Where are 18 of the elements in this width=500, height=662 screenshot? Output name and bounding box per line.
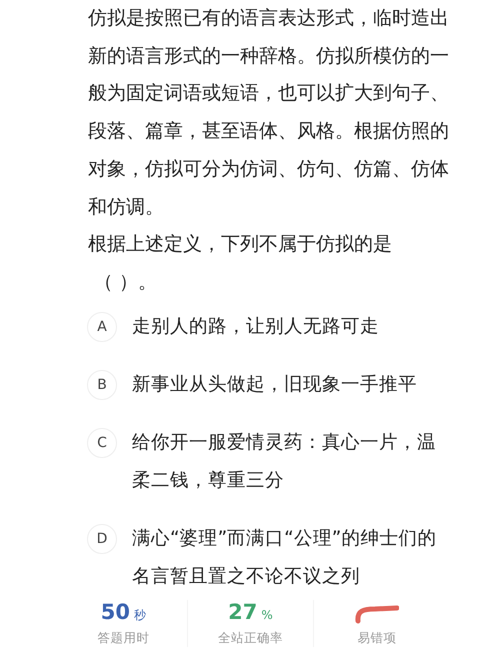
stat-value: 50 — [100, 600, 130, 624]
stat-label: 易错项 — [358, 630, 397, 647]
option-letter[interactable]: D — [87, 524, 117, 554]
option-text[interactable]: 给你开一服爱情灵药：真心一片，温柔二钱，尊重三分 — [132, 424, 440, 500]
option-letter[interactable]: B — [87, 370, 117, 400]
question-text: 根据上述定义，下列不属于仿拟的是 — [88, 232, 393, 258]
stat-label: 答题用时 — [97, 630, 150, 647]
option-letter[interactable]: A — [87, 312, 117, 342]
option-text[interactable]: 走别人的路，让别人无路可走 — [132, 308, 440, 346]
passage-text: 仿拟是按照已有的语言表达形式，临时造出新的语言形式的一种辞格。仿拟所模仿的一般为固定词语或短语，也可以扩大到句子、段落、篇章，甚至语体、风格。根据仿照的对象，仿拟可分为仿词、仿句、仿篇、仿体和仿调。 — [88, 6, 449, 220]
stat-value: 27 — [228, 600, 258, 624]
option-text[interactable]: 满心“婆理”而满口“公理”的绅士们的名言暂且置之不论不议之列 — [132, 520, 440, 596]
option-letter[interactable]: C — [87, 428, 117, 458]
answer-blank: （ ）。 — [94, 270, 158, 293]
stat-label: 全站正确率 — [218, 630, 283, 647]
stat-unit: 秒 — [134, 606, 146, 624]
stat-unit: % — [261, 608, 273, 622]
option-text[interactable]: 新事业从头做起，旧现象一手推平 — [132, 366, 440, 404]
